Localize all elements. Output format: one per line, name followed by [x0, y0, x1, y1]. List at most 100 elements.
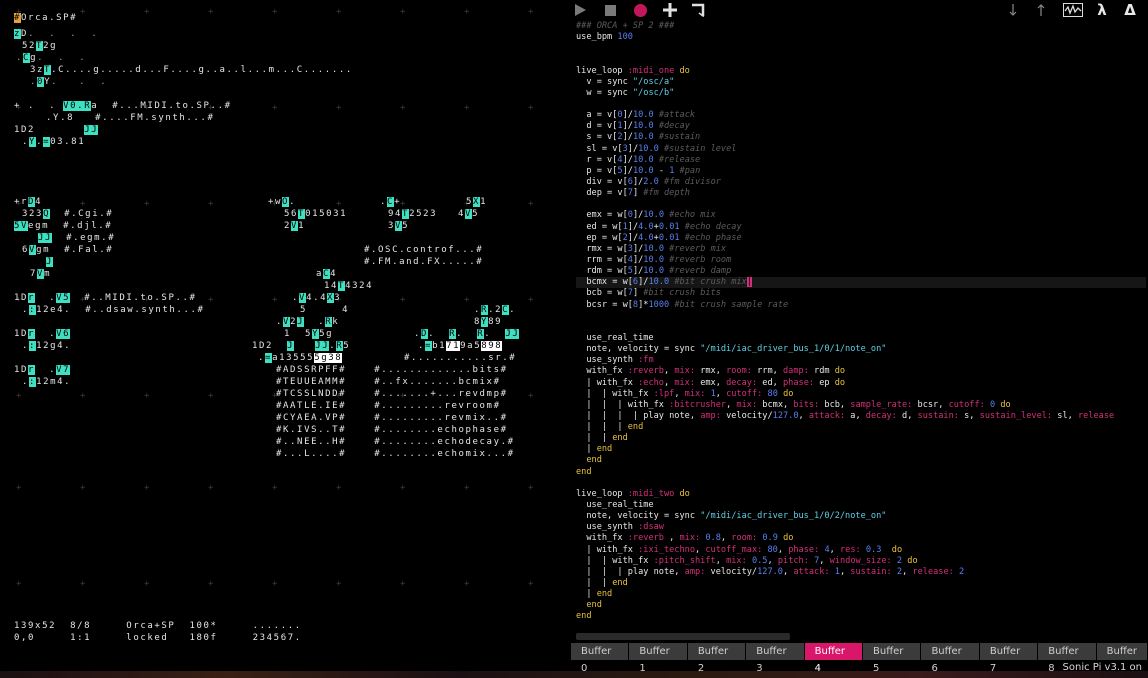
grid-marker: + — [208, 199, 214, 209]
buffer-tab-4[interactable]: Buffer 4 — [804, 643, 863, 674]
code-token: do — [783, 533, 794, 544]
code-token: #echo mix — [664, 210, 716, 221]
code-line: live_loop :midi_two do — [576, 489, 1146, 500]
buffer-tab-8[interactable]: Buffer 8 — [1038, 643, 1096, 674]
orca-cell: V — [29, 245, 37, 255]
stop-icon[interactable] — [602, 2, 618, 18]
code-line: r = v[4]/10.0 #release — [576, 155, 1146, 166]
orca-cell: . — [16, 53, 24, 63]
align-icon[interactable] — [690, 2, 706, 18]
code-line: emx = w[0]/10.0 #echo mix — [576, 210, 1146, 221]
buffer-tab-9[interactable]: Buffer — [1096, 643, 1148, 660]
orca-cell: . . . — [37, 53, 87, 63]
code-token: 1000 — [648, 299, 670, 310]
code-token: 10.0 — [643, 254, 664, 265]
orca-cell: 5 — [402, 221, 410, 231]
scope-icon[interactable] — [1062, 2, 1084, 18]
code-token: rdm — [808, 366, 835, 377]
code-token: 10.0 — [643, 266, 664, 277]
upload-icon[interactable] — [1034, 2, 1048, 18]
record-icon[interactable] — [632, 2, 648, 18]
play-icon[interactable] — [572, 2, 588, 18]
code-token: ] — [632, 288, 644, 299]
download-icon[interactable] — [1006, 2, 1020, 18]
code-token: with_fx — [576, 366, 628, 377]
orca-cell: .8 #....FM.synth...# — [60, 113, 215, 123]
orca-cell: egm — [28, 221, 50, 231]
code-line: d = v[1]/10.0 #decay — [576, 121, 1146, 132]
code-token: amp: — [700, 410, 721, 421]
code-token: room: — [731, 533, 758, 544]
code-token: do — [1000, 399, 1011, 410]
buffer-tab-6[interactable]: Buffer 6 — [921, 643, 979, 674]
grid-marker: + — [208, 579, 214, 589]
buffer-tab-2[interactable]: Buffer 2 — [687, 643, 746, 674]
delta-icon[interactable]: Δ — [1122, 1, 1138, 19]
code-token: bcmx = w[ — [576, 277, 633, 288]
orca-cell: : — [29, 377, 37, 387]
orca-cell: 898 — [481, 341, 503, 351]
orca-cell: V — [283, 317, 291, 327]
code-token: a, — [845, 410, 866, 421]
code-line: dep = v[7] #fm depth — [576, 188, 1146, 199]
horizontal-scrollbar[interactable] — [576, 633, 790, 640]
code-token: , — [777, 544, 789, 555]
orca-cell: +r — [14, 197, 29, 207]
buffer-tab-7[interactable]: Buffer 7 — [979, 643, 1038, 674]
lambda-icon[interactable]: λ — [1094, 1, 1110, 19]
orca-row: .D. R. R. JJ — [414, 328, 520, 340]
code-editor[interactable]: ### ORCA + SP 2 ### use_bpm 100 live_loop … — [576, 21, 1146, 631]
code-token: | | — [576, 578, 613, 589]
orca-cell: JJ — [84, 125, 99, 135]
code-token: :pitch_shift — [653, 555, 716, 566]
buffer-tab-0[interactable]: Buffer 0 — [571, 643, 629, 674]
code-token: release — [1077, 410, 1115, 421]
code-token: :reverb — [627, 533, 664, 544]
code-token: #bit crush sample rate — [669, 299, 789, 310]
code-token: a = v[ — [576, 110, 618, 121]
orca-grid[interactable]: + + + + + + + + + + + + + + + + + + + + + + + + + + + + + + + + + + + + + + + +… — [0, 0, 558, 678]
buffer-tab-1[interactable]: Buffer 1 — [629, 643, 687, 674]
orca-cell: 1 — [298, 221, 306, 231]
code-token: | with_fx — [576, 377, 639, 388]
orca-cell — [35, 125, 84, 135]
orca-row: 5Vegm #.djl.# — [14, 220, 112, 232]
orca-cell: a #...MIDI.to.SP..# — [91, 101, 232, 111]
code-token: rdm = w[ — [576, 266, 628, 277]
code-token: | | — [576, 433, 613, 444]
orca-cell: + — [394, 197, 402, 207]
orca-cell: 8 — [474, 317, 482, 327]
code-token: use_real_time — [576, 332, 654, 343]
code-line: s = v[2]/10.0 #sustain — [576, 132, 1146, 143]
buffer-tab-5[interactable]: Buffer 5 — [863, 643, 921, 674]
code-token: :midi_two — [627, 488, 675, 499]
code-token: #release — [653, 154, 701, 165]
code-token: :midi_one — [627, 65, 675, 76]
code-token: #sustain — [653, 132, 701, 143]
orca-row: 94T2523 — [388, 208, 437, 220]
orca-cell: 4 — [35, 197, 43, 207]
code-line: | | | with_fx :bitcrusher, mix: bcmx, bi… — [576, 400, 1146, 411]
orca-row: #ADSSRPFF# #.............bits# — [276, 364, 508, 376]
orca-cell: V — [291, 221, 299, 231]
orca-cell: 1D2 — [14, 125, 36, 135]
grid-marker: + — [144, 579, 150, 589]
code-token: 10.0 — [632, 154, 654, 165]
buffer-tab-3[interactable]: Buffer 3 — [746, 643, 804, 674]
code-token: ep = w[ — [576, 232, 623, 243]
code-token: #decay — [653, 121, 690, 132]
code-token: 0.01 — [658, 232, 680, 243]
code-line: | with_fx :echo, mix: emx, decay: ed, ph… — [576, 378, 1146, 389]
orca-cell: : — [29, 341, 37, 351]
code-token: , — [715, 388, 727, 399]
code-token: 0.8 — [705, 533, 721, 544]
plus-icon[interactable] — [662, 2, 678, 18]
orca-cell: 4 — [330, 269, 338, 279]
code-line: with_fx :reverb, mix: rmx, room: rrm, da… — [576, 366, 1146, 377]
orca-cell: 555 — [293, 353, 315, 363]
code-token: ]/ — [632, 210, 644, 221]
code-line: end — [576, 611, 1146, 622]
orca-row: 7Vm — [30, 268, 51, 280]
code-token: #fm depth — [643, 188, 690, 199]
orca-cell: 2523 — [409, 209, 438, 219]
